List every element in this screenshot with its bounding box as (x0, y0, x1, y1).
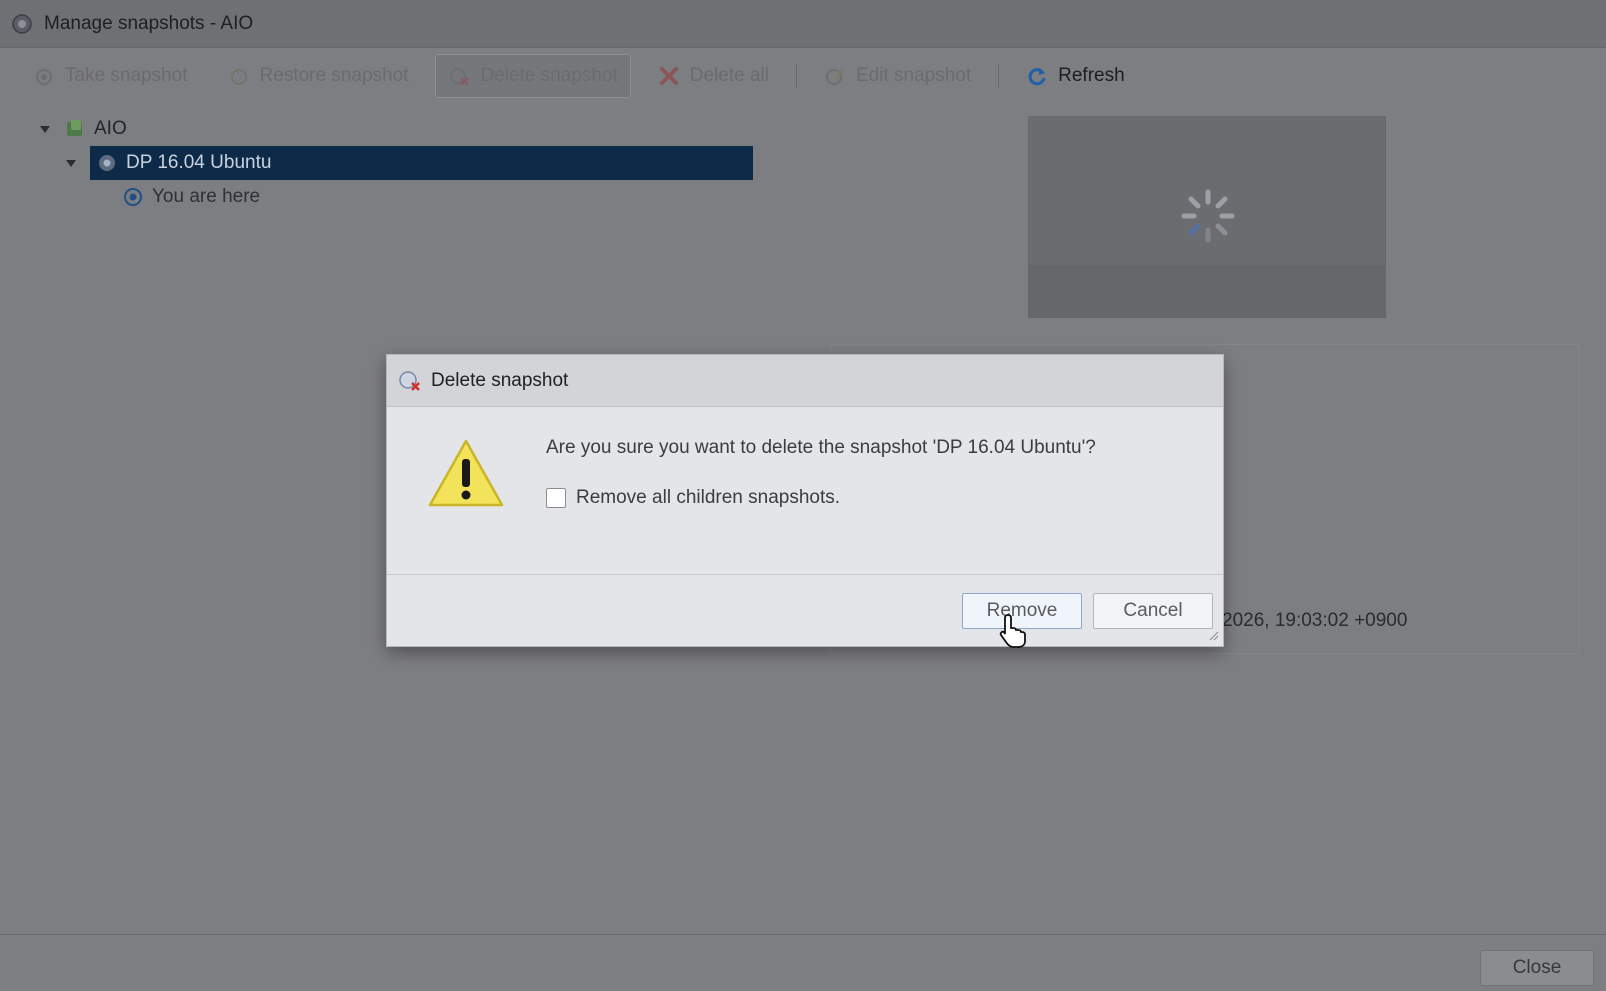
delete-snapshot-button[interactable]: Delete snapshot (435, 54, 631, 98)
dialog-titlebar: Delete snapshot (387, 355, 1223, 407)
toolbar-separator (796, 64, 797, 88)
remove-children-option[interactable]: Remove all children snapshots. (546, 487, 840, 509)
loading-spinner-icon (1181, 189, 1235, 243)
camera-snapshot-icon (12, 13, 32, 34)
refresh-button[interactable]: Refresh (1013, 54, 1138, 98)
tree-item-label: DP 16.04 Ubuntu (126, 152, 272, 173)
footer-divider (0, 934, 1606, 935)
snapshot-date: 2026, 19:03:02 +0900 (1222, 610, 1408, 631)
tree-item-aio[interactable]: AIO (40, 112, 780, 146)
camera-snapshot-icon (99, 155, 115, 171)
restore-snapshot-button[interactable]: Restore snapshot (215, 54, 422, 98)
preview-lower-band (1029, 265, 1385, 317)
restore-snapshot-label: Restore snapshot (259, 65, 409, 86)
dialog-footer: Remove Cancel (387, 575, 1223, 648)
tree-item-label: AIO (94, 118, 127, 139)
tree-item-snapshot[interactable]: DP 16.04 Ubuntu (40, 146, 780, 180)
edit-snapshot-button[interactable]: Edit snapshot (811, 54, 984, 98)
expand-triangle-icon[interactable] (40, 125, 50, 133)
delete-snapshot-icon (450, 68, 470, 86)
close-button[interactable]: Close (1480, 950, 1594, 986)
remove-children-checkbox[interactable] (546, 488, 566, 508)
remove-children-label[interactable]: Remove all children snapshots. (576, 487, 840, 509)
vm-icon (67, 120, 82, 136)
snapshot-preview (1028, 116, 1386, 318)
take-snapshot-button[interactable]: Take snapshot (20, 54, 201, 98)
current-state-icon (124, 188, 142, 206)
delete-snapshot-label: Delete snapshot (480, 65, 618, 86)
resize-grip-icon[interactable] (1209, 631, 1219, 641)
window-titlebar: Manage snapshots - AIO (0, 0, 1606, 48)
window-title: Manage snapshots - AIO (44, 12, 254, 34)
delete-all-button[interactable]: Delete all (645, 54, 782, 98)
toolbar: Take snapshot Restore snapshot Delete sn… (0, 52, 1606, 100)
refresh-icon (1028, 68, 1046, 86)
delete-snapshot-dialog: Delete snapshot Are you sure you want to… (386, 354, 1224, 648)
cancel-button[interactable]: Cancel (1093, 593, 1213, 629)
restore-icon (230, 69, 247, 85)
camera-icon (36, 69, 52, 85)
dialog-body: Are you sure you want to delete the snap… (387, 407, 1223, 575)
delete-snapshot-icon (399, 370, 420, 391)
dialog-message: Are you sure you want to delete the snap… (546, 437, 1096, 458)
refresh-label: Refresh (1058, 65, 1125, 86)
toolbar-separator (998, 64, 1000, 88)
edit-snapshot-icon (826, 69, 845, 85)
tree-item-current-state[interactable]: You are here (40, 180, 780, 214)
red-x-icon (659, 67, 678, 85)
expand-triangle-icon[interactable] (66, 159, 76, 167)
dialog-title: Delete snapshot (431, 369, 569, 391)
selected-snapshot-row[interactable]: DP 16.04 Ubuntu (90, 146, 753, 180)
tree-item-label: You are here (152, 186, 261, 207)
warning-icon (428, 439, 504, 507)
delete-all-label: Delete all (689, 65, 769, 86)
take-snapshot-label: Take snapshot (65, 65, 188, 86)
edit-snapshot-label: Edit snapshot (856, 65, 972, 86)
snapshot-tree: AIO DP 16.04 Ubuntu You are here (40, 112, 780, 214)
hand-cursor-icon (999, 614, 1026, 648)
